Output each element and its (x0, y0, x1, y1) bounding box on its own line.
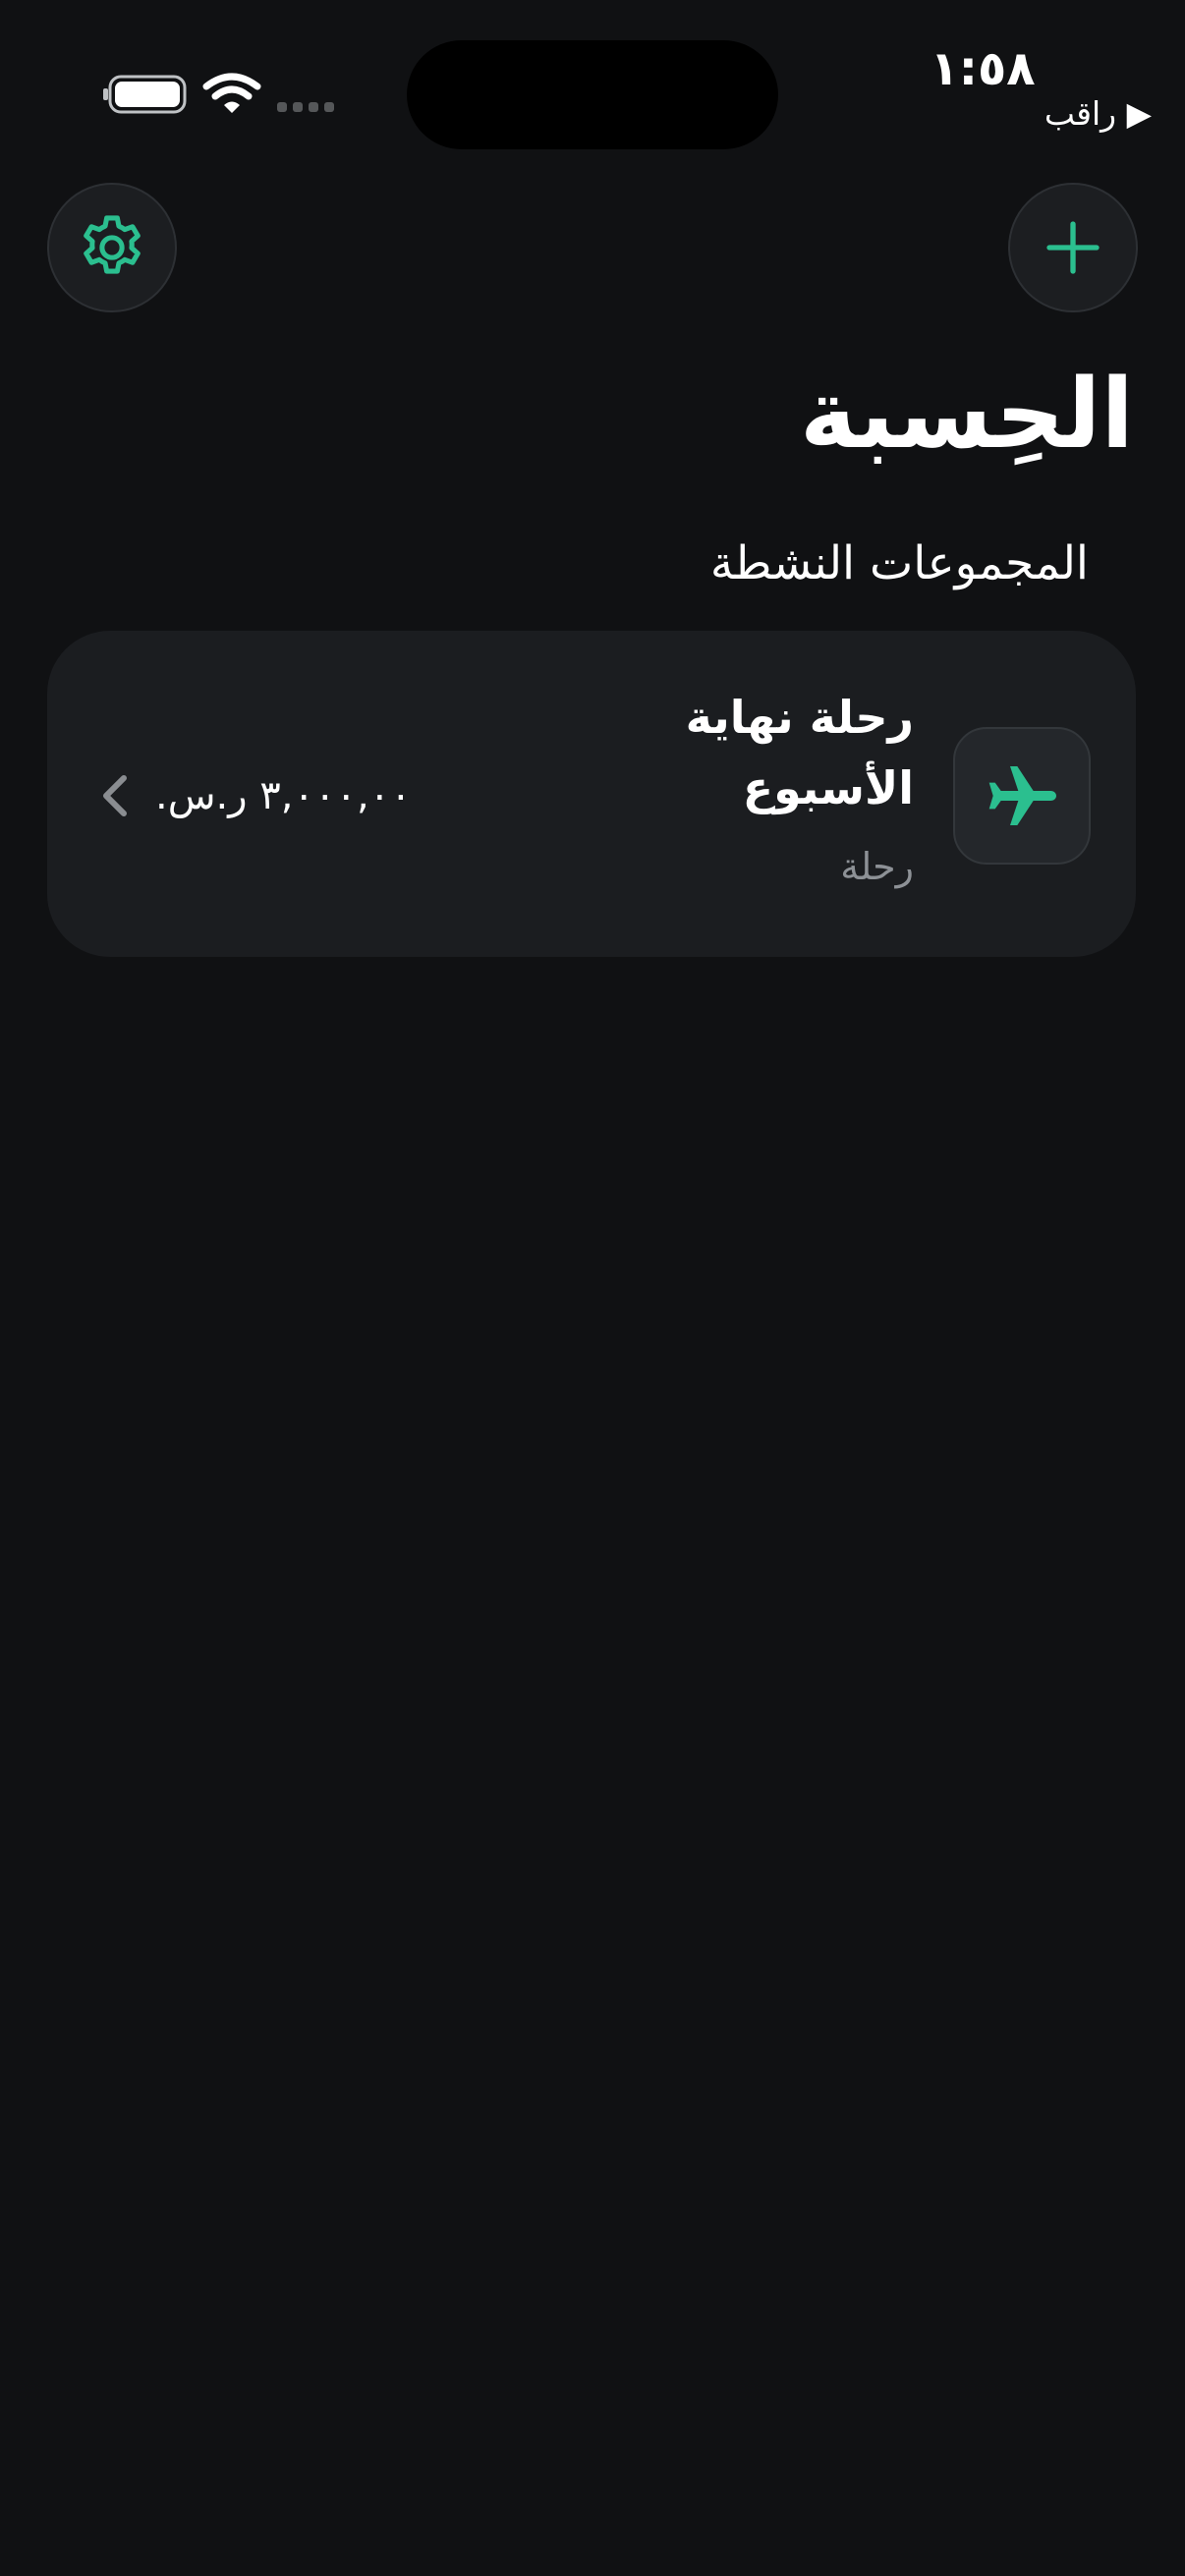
section-title-active-groups: المجموعات النشطة (709, 536, 1089, 590)
plus-icon (1046, 221, 1100, 274)
group-type: رحلة (840, 845, 914, 888)
home-screen: ١:٥٨ راقب ▶ الحِسبة المجموعات النشطة رحل… (0, 0, 1185, 2576)
wifi-icon (202, 73, 261, 113)
battery-icon (103, 75, 187, 114)
settings-button[interactable] (47, 183, 177, 312)
chevron-left-icon (103, 775, 127, 816)
status-time: ١:٥٨ (930, 41, 1036, 96)
gear-icon (84, 215, 141, 274)
airplane-icon (988, 766, 1056, 825)
group-amount: ٣,٠٠٠,٠٠ ر.س. (155, 773, 412, 818)
group-icon-box (953, 727, 1091, 865)
cellular-signal-icon (277, 102, 334, 112)
page-title: الحِسبة (799, 359, 1134, 471)
status-location-label: راقب ▶ (1044, 94, 1152, 133)
group-card[interactable]: رحلة نهاية الأسبوع رحلة ٣,٠٠٠,٠٠ ر.س. (47, 631, 1136, 957)
group-name: رحلة نهاية الأسبوع (685, 691, 914, 814)
dynamic-island (407, 40, 778, 149)
add-group-button[interactable] (1008, 183, 1138, 312)
